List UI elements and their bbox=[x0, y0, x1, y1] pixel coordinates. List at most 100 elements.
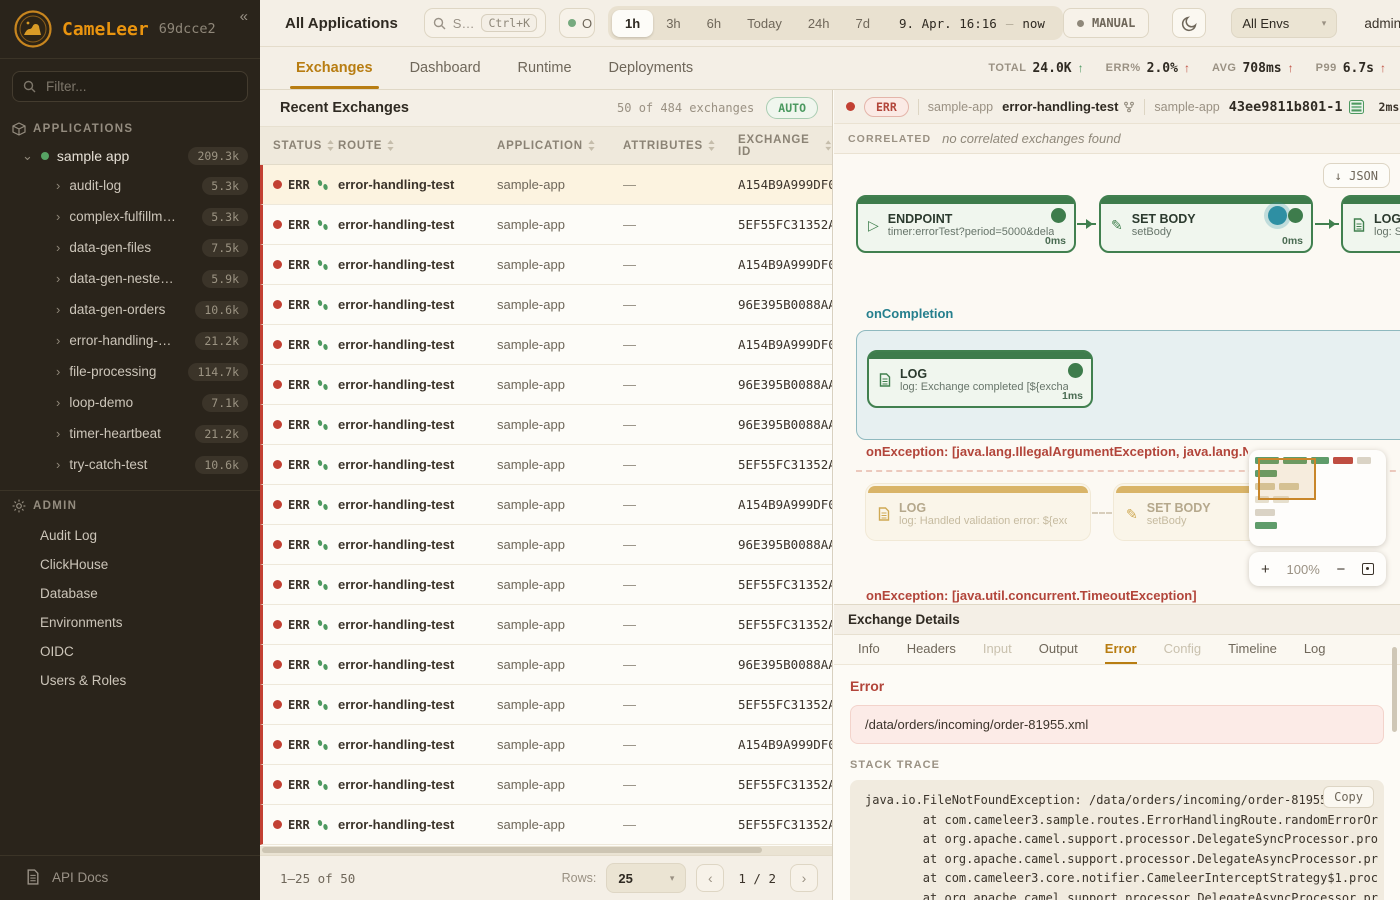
auto-refresh-badge[interactable]: AUTO bbox=[766, 97, 818, 119]
tab-deployments[interactable]: Deployments bbox=[609, 47, 694, 89]
chevron-right-icon[interactable]: › bbox=[56, 395, 60, 410]
column-status[interactable]: STATUS bbox=[273, 140, 338, 152]
table-row[interactable]: ERR error-handling-test sample-app — 96E… bbox=[260, 285, 832, 325]
chevron-down-icon[interactable]: ⌄ bbox=[22, 148, 33, 164]
time-range-24h[interactable]: 24h bbox=[795, 10, 843, 37]
table-row[interactable]: ERR error-handling-test sample-app — A15… bbox=[260, 245, 832, 285]
previous-page-button[interactable]: ‹ bbox=[696, 864, 724, 892]
chevron-right-icon[interactable]: › bbox=[56, 333, 60, 348]
sidebar-admin-item[interactable]: Environments bbox=[0, 608, 260, 637]
sidebar-admin-item[interactable]: Audit Log bbox=[0, 521, 260, 550]
table-row[interactable]: ERR error-handling-test sample-app — A15… bbox=[260, 725, 832, 765]
next-page-button[interactable]: › bbox=[790, 864, 818, 892]
column-application[interactable]: APPLICATION bbox=[497, 140, 623, 152]
horizontal-scrollbar[interactable] bbox=[260, 846, 832, 855]
route-flow-canvas[interactable]: ↓ JSON ▷ ENDPOINT timer:errorTest?period… bbox=[834, 154, 1400, 605]
detail-route-name[interactable]: error-handling-test bbox=[1002, 99, 1135, 114]
zoom-in-button[interactable]: + bbox=[1261, 562, 1270, 577]
flow-node-log[interactable]: LOG log: Sta bbox=[1341, 195, 1400, 253]
table-row[interactable]: ERR error-handling-test sample-app — 5EF… bbox=[260, 565, 832, 605]
tab-output[interactable]: Output bbox=[1039, 635, 1078, 664]
tab-runtime[interactable]: Runtime bbox=[518, 47, 572, 89]
time-range-6h[interactable]: 6h bbox=[694, 10, 734, 37]
scrollbar-thumb[interactable] bbox=[262, 847, 762, 853]
sidebar-admin-item[interactable]: ClickHouse bbox=[0, 550, 260, 579]
dark-mode-toggle[interactable] bbox=[1172, 8, 1206, 38]
vertical-scrollbar-thumb[interactable] bbox=[1392, 647, 1397, 732]
sidebar-route-item[interactable]: › data-gen-files 7.5k bbox=[0, 232, 260, 263]
table-row[interactable]: ERR error-handling-test sample-app — A15… bbox=[260, 485, 832, 525]
column-exchange-id[interactable]: EXCHANGE ID bbox=[738, 134, 832, 158]
flow-node-setbody[interactable]: ✎ SET BODY setBody 0ms bbox=[1099, 195, 1313, 253]
sidebar-admin-item[interactable]: OIDC bbox=[0, 637, 260, 666]
date-range[interactable]: 9. Apr. 16:16 — now bbox=[883, 16, 1059, 31]
api-docs-link[interactable]: API Docs bbox=[0, 855, 260, 900]
rows-per-page-select[interactable]: 25 ▾ bbox=[606, 863, 686, 893]
flow-node-completion-log[interactable]: LOG log: Exchange completed [${exchan 1m… bbox=[867, 350, 1093, 408]
table-row[interactable]: ERR error-handling-test sample-app — 96E… bbox=[260, 405, 832, 445]
tab-log[interactable]: Log bbox=[1304, 635, 1326, 664]
manual-refresh-button[interactable]: MANUAL bbox=[1063, 8, 1149, 38]
flow-node-endpoint[interactable]: ▷ ENDPOINT timer:errorTest?period=5000&d… bbox=[856, 195, 1076, 253]
tab-timeline[interactable]: Timeline bbox=[1228, 635, 1277, 664]
time-range-7d[interactable]: 7d bbox=[843, 10, 883, 37]
flow-node-exception-log[interactable]: LOG log: Handled validation error: ${exc… bbox=[866, 484, 1090, 540]
sidebar-route-item[interactable]: › data-gen-neste… 5.9k bbox=[0, 263, 260, 294]
sidebar-item-sample-app[interactable]: ⌄ sample app 209.3k bbox=[0, 142, 260, 170]
download-json-button[interactable]: ↓ JSON bbox=[1323, 163, 1390, 188]
filter-input[interactable] bbox=[44, 78, 237, 95]
collapse-sidebar-button[interactable]: « bbox=[240, 8, 248, 25]
chevron-right-icon[interactable]: › bbox=[56, 271, 60, 286]
stack-trace-box[interactable]: java.io.FileNotFoundException: /data/ord… bbox=[850, 780, 1384, 900]
global-search[interactable]: S… Ctrl+K bbox=[424, 8, 546, 38]
table-row[interactable]: ERR error-handling-test sample-app — A15… bbox=[260, 165, 832, 205]
time-range-today[interactable]: Today bbox=[734, 10, 795, 37]
table-row[interactable]: ERR error-handling-test sample-app — A15… bbox=[260, 325, 832, 365]
tab-error[interactable]: Error bbox=[1105, 635, 1137, 664]
sidebar-route-item[interactable]: › timer-heartbeat 21.2k bbox=[0, 418, 260, 449]
table-row[interactable]: ERR error-handling-test sample-app — 96E… bbox=[260, 525, 832, 565]
table-row[interactable]: ERR error-handling-test sample-app — 96E… bbox=[260, 645, 832, 685]
table-row[interactable]: ERR error-handling-test sample-app — 5EF… bbox=[260, 605, 832, 645]
table-row[interactable]: ERR error-handling-test sample-app — 5EF… bbox=[260, 205, 832, 245]
time-range-1h[interactable]: 1h bbox=[612, 10, 653, 37]
sidebar-route-item[interactable]: › complex-fulfillm… 5.3k bbox=[0, 201, 260, 232]
chevron-right-icon[interactable]: › bbox=[56, 426, 60, 441]
chevron-right-icon[interactable]: › bbox=[56, 178, 60, 193]
tab-info[interactable]: Info bbox=[858, 635, 880, 664]
table-row[interactable]: ERR error-handling-test sample-app — 96E… bbox=[260, 365, 832, 405]
flow-minimap[interactable] bbox=[1249, 450, 1386, 546]
chevron-right-icon[interactable]: › bbox=[56, 302, 60, 317]
chevron-right-icon[interactable]: › bbox=[56, 457, 60, 472]
table-row[interactable]: ERR error-handling-test sample-app — 5EF… bbox=[260, 805, 832, 845]
table-row[interactable]: ERR error-handling-test sample-app — 5EF… bbox=[260, 685, 832, 725]
column-route[interactable]: ROUTE bbox=[338, 140, 497, 152]
sidebar-admin-item[interactable]: Users & Roles bbox=[0, 666, 260, 695]
chevron-right-icon[interactable]: › bbox=[56, 240, 60, 255]
zoom-out-button[interactable]: − bbox=[1336, 562, 1345, 577]
online-status-button[interactable]: O bbox=[559, 8, 595, 38]
sidebar-admin-item[interactable]: Database bbox=[0, 579, 260, 608]
copy-button[interactable]: Copy bbox=[1323, 786, 1374, 808]
table-row[interactable]: ERR error-handling-test sample-app — 5EF… bbox=[260, 445, 832, 485]
sidebar-route-item[interactable]: › error-handling-… 21.2k bbox=[0, 325, 260, 356]
tab-exchanges[interactable]: Exchanges bbox=[296, 47, 373, 89]
table-row[interactable]: ERR error-handling-test sample-app — 5EF… bbox=[260, 765, 832, 805]
breakpoint-dot[interactable] bbox=[1268, 206, 1287, 225]
tab-dashboard[interactable]: Dashboard bbox=[410, 47, 481, 89]
sidebar-filter[interactable] bbox=[12, 71, 248, 102]
tab-headers[interactable]: Headers bbox=[907, 635, 956, 664]
time-range-3h[interactable]: 3h bbox=[653, 10, 693, 37]
sidebar-route-item[interactable]: › loop-demo 7.1k bbox=[0, 387, 260, 418]
environment-selector[interactable]: All Envs ▾ bbox=[1231, 8, 1337, 38]
minimap-viewport[interactable] bbox=[1258, 458, 1316, 500]
chevron-right-icon[interactable]: › bbox=[56, 209, 60, 224]
chevron-right-icon[interactable]: › bbox=[56, 364, 60, 379]
sidebar-route-item[interactable]: › file-processing 114.7k bbox=[0, 356, 260, 387]
sidebar-route-item[interactable]: › data-gen-orders 10.6k bbox=[0, 294, 260, 325]
sidebar-route-item[interactable]: › audit-log 5.3k bbox=[0, 170, 260, 201]
sidebar-route-item[interactable]: › try-catch-test 10.6k bbox=[0, 449, 260, 480]
fit-view-button[interactable] bbox=[1362, 563, 1374, 575]
exchange-id[interactable]: 43ee9811b801-1 bbox=[1229, 99, 1364, 115]
column-attributes[interactable]: ATTRIBUTES bbox=[623, 140, 738, 152]
